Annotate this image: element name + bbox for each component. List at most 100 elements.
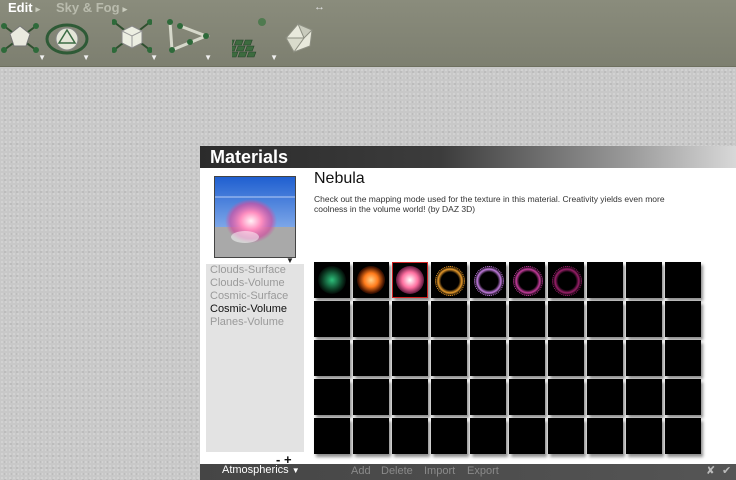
empty-material-slot[interactable] <box>353 340 389 376</box>
empty-material-slot[interactable] <box>392 340 428 376</box>
empty-material-slot[interactable] <box>470 340 506 376</box>
material-thumbnail[interactable] <box>314 262 350 298</box>
material-thumbnail-image <box>474 266 504 296</box>
empty-material-slot[interactable] <box>509 340 545 376</box>
material-preview[interactable] <box>214 176 296 258</box>
material-thumbnail-image <box>357 266 385 294</box>
empty-material-slot[interactable] <box>353 379 389 415</box>
empty-material-slot[interactable] <box>509 418 545 454</box>
empty-material-slot[interactable] <box>626 418 662 454</box>
empty-material-slot[interactable] <box>353 301 389 337</box>
material-thumbnail[interactable] <box>392 262 428 298</box>
empty-material-slot[interactable] <box>314 418 350 454</box>
empty-material-slot[interactable] <box>548 340 584 376</box>
empty-material-slot[interactable] <box>665 301 701 337</box>
empty-material-slot[interactable] <box>353 418 389 454</box>
add-button[interactable]: Add <box>351 465 371 477</box>
empty-material-slot[interactable] <box>470 301 506 337</box>
material-thumbnail[interactable] <box>431 262 467 298</box>
empty-material-slot[interactable] <box>587 418 623 454</box>
category-clouds-surface[interactable]: Clouds-Surface <box>206 264 304 277</box>
sky-fog-menu[interactable]: Sky & Fog ▸ <box>56 0 128 15</box>
empty-material-slot[interactable] <box>392 379 428 415</box>
empty-material-slot[interactable] <box>626 262 662 298</box>
material-name: Nebula <box>314 170 365 187</box>
empty-material-slot[interactable] <box>587 379 623 415</box>
material-thumbnail[interactable] <box>353 262 389 298</box>
edit-menu-caret-icon: ▸ <box>35 4 41 14</box>
material-thumbnail[interactable] <box>509 262 545 298</box>
panel-title: Materials <box>210 147 289 167</box>
empty-material-slot[interactable] <box>392 301 428 337</box>
empty-material-slot[interactable] <box>548 418 584 454</box>
resize-handle-icon[interactable]: ↔ <box>314 1 325 13</box>
sphere-tool-dropdown-icon[interactable]: ▼ <box>82 53 90 62</box>
empty-material-slot[interactable] <box>626 301 662 337</box>
material-thumbnail[interactable] <box>470 262 506 298</box>
library-label: Atmospherics <box>222 464 289 476</box>
empty-material-slot[interactable] <box>431 379 467 415</box>
rock-tool[interactable] <box>282 16 328 62</box>
material-thumbnail[interactable] <box>548 262 584 298</box>
cube-tool-dropdown-icon[interactable]: ▼ <box>150 53 158 62</box>
empty-material-slot[interactable] <box>470 379 506 415</box>
material-thumbnail-image <box>318 266 346 294</box>
light-icon <box>1 23 39 53</box>
category-clouds-volume[interactable]: Clouds-Volume <box>206 277 304 290</box>
library-dropdown[interactable]: Atmospherics ▼ <box>222 464 300 476</box>
empty-material-slot[interactable] <box>509 379 545 415</box>
empty-material-slot[interactable] <box>314 340 350 376</box>
sphere-tool[interactable]: ▼ <box>44 16 90 62</box>
empty-material-slot[interactable] <box>587 301 623 337</box>
empty-material-slot[interactable] <box>548 301 584 337</box>
empty-material-slot[interactable] <box>431 418 467 454</box>
empty-material-slot[interactable] <box>665 340 701 376</box>
materials-footer: Atmospherics ▼ Add Delete Import Export … <box>200 464 736 480</box>
empty-material-slot[interactable] <box>626 340 662 376</box>
empty-material-slot[interactable] <box>392 418 428 454</box>
library-dropdown-icon: ▼ <box>291 466 300 475</box>
material-thumbnail-grid <box>314 262 706 454</box>
edit-menu[interactable]: Edit ▸ <box>8 0 41 15</box>
terrain-grid-tool[interactable]: ▼ <box>225 16 278 62</box>
cube-tool[interactable]: ▼ <box>111 16 158 62</box>
sky-fog-menu-caret-icon: ▸ <box>122 4 128 14</box>
import-button[interactable]: Import <box>424 465 455 477</box>
empty-material-slot[interactable] <box>431 340 467 376</box>
empty-material-slot[interactable] <box>548 379 584 415</box>
grid-tool-dropdown-icon[interactable]: ▼ <box>270 53 278 62</box>
edit-menu-label: Edit <box>8 0 33 15</box>
empty-material-slot[interactable] <box>509 301 545 337</box>
empty-material-slot[interactable] <box>665 379 701 415</box>
material-description: Check out the mapping mode used for the … <box>314 194 665 214</box>
material-thumbnail-image <box>552 266 582 296</box>
category-list: Clouds-Surface Clouds-Volume Cosmic-Surf… <box>206 264 304 452</box>
grid-tiles-icon <box>225 18 266 58</box>
empty-material-slot[interactable] <box>431 301 467 337</box>
category-planes-volume[interactable]: Planes-Volume <box>206 316 304 329</box>
path-tool-dropdown-icon[interactable]: ▼ <box>204 53 212 62</box>
top-toolbar: Edit ▸ Sky & Fog ▸ ↔ ▼ ▼ ▼ ▼ ▼ <box>0 0 736 67</box>
empty-material-slot[interactable] <box>470 418 506 454</box>
empty-material-slot[interactable] <box>665 262 701 298</box>
empty-material-slot[interactable] <box>665 418 701 454</box>
materials-panel-header: Materials <box>200 146 736 168</box>
empty-material-slot[interactable] <box>626 379 662 415</box>
empty-material-slot[interactable] <box>314 301 350 337</box>
path-tool[interactable]: ▼ <box>166 16 212 62</box>
create-light-tool[interactable]: ▼ <box>0 16 46 62</box>
empty-material-slot[interactable] <box>314 379 350 415</box>
material-thumbnail-image <box>396 266 424 294</box>
materials-panel: ▼ Nebula Check out the mapping mode used… <box>200 168 736 467</box>
material-thumbnail-image <box>513 266 543 296</box>
category-cosmic-volume[interactable]: Cosmic-Volume <box>206 303 304 316</box>
delete-button[interactable]: Delete <box>381 465 413 477</box>
export-button[interactable]: Export <box>467 465 499 477</box>
ok-icon[interactable]: ✔ <box>722 464 731 477</box>
cancel-icon[interactable]: ✘ <box>706 464 715 477</box>
nebula-preview-image <box>215 177 295 257</box>
sky-fog-menu-label: Sky & Fog <box>56 0 120 15</box>
empty-material-slot[interactable] <box>587 340 623 376</box>
empty-material-slot[interactable] <box>587 262 623 298</box>
category-cosmic-surface[interactable]: Cosmic-Surface <box>206 290 304 303</box>
